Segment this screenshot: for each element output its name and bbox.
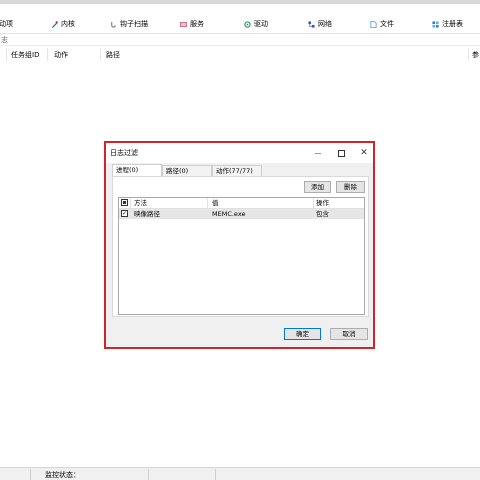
tab-panel-process: 添加 删除 方法 值 操作 ✓ 映像路径 MEMC.exe 包含 bbox=[112, 176, 369, 317]
toolbar-item-kernel[interactable]: 内核 bbox=[51, 18, 75, 30]
toolbar-label: 内核 bbox=[61, 20, 75, 28]
minimize-icon bbox=[315, 152, 321, 154]
dialog-title: 日志过滤 bbox=[110, 149, 138, 157]
list-header-value[interactable]: 值 bbox=[212, 199, 219, 208]
close-button[interactable]: ✕ bbox=[357, 146, 371, 160]
main-toolbar: 启动项 内核 钩子扫描 服务 驱动 网络 文件 注册表 bbox=[0, 14, 480, 34]
toolbar-label: 网络 bbox=[318, 20, 332, 28]
column-header-action[interactable]: 动作 bbox=[54, 50, 68, 61]
status-separator bbox=[30, 469, 31, 480]
close-icon: ✕ bbox=[360, 148, 368, 158]
list-item[interactable]: ✓ 映像路径 MEMC.exe 包含 bbox=[119, 209, 364, 219]
column-header-path[interactable]: 路径 bbox=[106, 50, 120, 61]
column-separator bbox=[468, 48, 469, 61]
row-checkbox[interactable]: ✓ bbox=[121, 210, 128, 217]
column-separator bbox=[100, 48, 101, 61]
toolbar-item-file[interactable]: 文件 bbox=[370, 18, 394, 30]
breadcrumb: 日志 bbox=[0, 35, 480, 46]
toolbar-label: 注册表 bbox=[442, 20, 463, 28]
maximize-button[interactable] bbox=[334, 146, 348, 160]
column-header-params[interactable]: 参 bbox=[472, 50, 479, 61]
tab-label: 动作(77/77) bbox=[216, 167, 253, 175]
status-separator bbox=[148, 469, 149, 480]
maximize-icon bbox=[337, 149, 345, 157]
window-top-edge bbox=[0, 0, 480, 4]
filter-list-header: 方法 值 操作 bbox=[119, 198, 364, 209]
column-separator bbox=[130, 198, 131, 209]
toolbar-label: 钩子扫描 bbox=[120, 20, 148, 28]
tab-label: 路径(0) bbox=[166, 167, 189, 175]
service-icon bbox=[180, 21, 187, 27]
add-button[interactable]: 添加 bbox=[304, 181, 331, 193]
monitor-status-label: 监控状态： bbox=[45, 471, 80, 479]
toolbar-item-hook-scan[interactable]: 钩子扫描 bbox=[110, 18, 148, 30]
toolbar-label: 驱动 bbox=[254, 20, 268, 28]
list-header-operation[interactable]: 操作 bbox=[316, 199, 329, 208]
driver-icon bbox=[244, 20, 251, 28]
log-filter-dialog: 日志过滤 ✕ 进程(0) 路径(0) 动作(77/77) 添加 删除 方法 值 bbox=[104, 141, 375, 349]
ok-button[interactable]: 确定 bbox=[284, 328, 321, 340]
status-bar: 监控状态： bbox=[0, 467, 480, 480]
registry-icon bbox=[432, 20, 439, 28]
column-separator bbox=[47, 48, 48, 61]
toolbar-label: 文件 bbox=[380, 20, 394, 28]
tab-process[interactable]: 进程(0) bbox=[112, 164, 162, 176]
row-operation: 包含 bbox=[316, 210, 329, 218]
row-value: MEMC.exe bbox=[212, 210, 246, 218]
minimize-button[interactable] bbox=[311, 146, 325, 160]
toolbar-item-startup[interactable]: 启动项 bbox=[0, 18, 13, 30]
toolbar-item-network[interactable]: 网络 bbox=[308, 18, 332, 30]
breadcrumb-label: 日志 bbox=[0, 36, 8, 44]
tab-label: 进程(0) bbox=[116, 166, 139, 174]
toolbar-label: 启动项 bbox=[0, 20, 13, 28]
column-separator bbox=[313, 198, 314, 209]
toolbar-item-driver[interactable]: 驱动 bbox=[244, 18, 268, 30]
column-header-task-group-id[interactable]: 任务组ID bbox=[11, 50, 39, 61]
delete-button[interactable]: 删除 bbox=[336, 181, 365, 193]
toolbar-item-service[interactable]: 服务 bbox=[180, 18, 204, 30]
tab-path[interactable]: 路径(0) bbox=[162, 165, 212, 176]
file-icon bbox=[370, 20, 377, 28]
toolbar-item-registry[interactable]: 注册表 bbox=[432, 18, 463, 30]
list-header-method[interactable]: 方法 bbox=[134, 199, 147, 208]
network-icon bbox=[308, 20, 315, 28]
select-all-checkbox[interactable] bbox=[121, 199, 128, 206]
cancel-button[interactable]: 取消 bbox=[330, 328, 368, 340]
row-method: 映像路径 bbox=[134, 210, 160, 218]
status-separator bbox=[215, 469, 216, 480]
filter-list: 方法 值 操作 ✓ 映像路径 MEMC.exe 包含 bbox=[118, 197, 365, 315]
dialog-title-bar: 日志过滤 ✕ bbox=[106, 143, 373, 163]
kernel-icon bbox=[51, 20, 58, 28]
column-separator bbox=[207, 198, 208, 209]
hook-icon bbox=[111, 21, 116, 28]
column-separator bbox=[6, 48, 7, 61]
toolbar-label: 服务 bbox=[190, 20, 204, 28]
tab-action[interactable]: 动作(77/77) bbox=[212, 165, 262, 176]
